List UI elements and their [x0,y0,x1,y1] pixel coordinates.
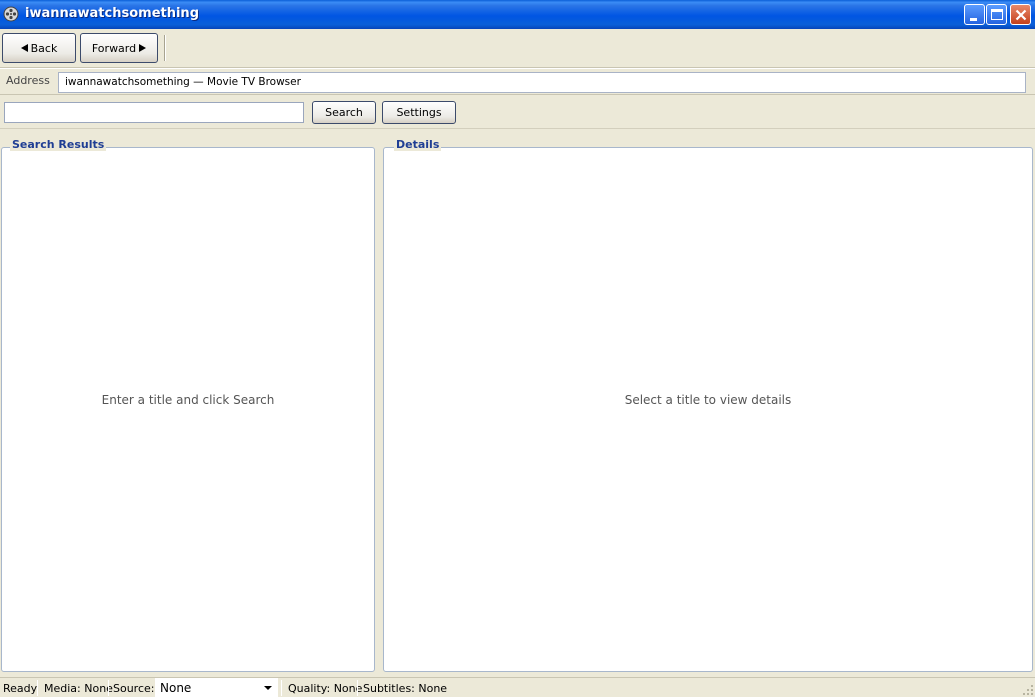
status-subtitles: Subtitles: None [363,682,448,695]
toolbar: Back Forward [0,29,1035,68]
source-select-value: None [160,681,192,695]
details-title: Details [394,138,442,151]
status-media: Media: None [44,682,113,695]
status-quality: Quality: None [288,682,363,695]
search-results-title: Search Results [10,138,107,151]
back-label: Back [30,41,58,55]
chevron-down-icon[interactable] [261,681,275,695]
maximize-button[interactable] [986,4,1007,25]
settings-button[interactable]: Settings [382,101,456,124]
details-placeholder-text: Select a title to view details [624,392,792,407]
address-bar: Address iwannawatchsomething — Movie TV … [0,68,1035,95]
results-placeholder: Enter a title and click Search [2,148,374,671]
results-placeholder-text: Enter a title and click Search [101,392,275,407]
status-separator [108,680,109,696]
details-panel[interactable]: Select a title to view details [383,147,1033,672]
back-arrow-icon [20,44,28,52]
address-field[interactable]: iwannawatchsomething — Movie TV Browser [58,72,1026,93]
status-separator [37,680,38,696]
toolbar-separator [164,35,166,61]
address-label: Address [6,74,50,87]
close-button[interactable] [1010,4,1031,25]
status-separator [357,680,358,696]
film-reel-icon [3,6,19,22]
resize-grip-icon[interactable] [1022,684,1034,696]
details-placeholder: Select a title to view details [384,148,1032,671]
status-bar: Ready Media: None Source: None Quality: … [0,677,1035,697]
status-source-label: Source: [113,682,155,695]
forward-button[interactable]: Forward [80,33,158,63]
window-title: iwannawatchsomething [25,6,199,21]
status-separator [281,680,282,696]
search-results-panel[interactable]: Enter a title and click Search [1,147,375,672]
forward-arrow-icon [139,44,147,52]
maximize-icon [991,9,1003,20]
search-button[interactable]: Search [312,101,376,124]
minimize-button[interactable] [964,4,985,25]
search-input[interactable] [4,102,304,123]
status-state: Ready [3,682,38,695]
close-icon [1015,9,1027,21]
minimize-icon [970,18,977,21]
search-row: Search Settings [0,96,1035,129]
forward-label: Forward [91,41,137,55]
source-select[interactable]: None [155,678,278,697]
back-button[interactable]: Back [2,33,76,63]
title-bar[interactable]: iwannawatchsomething [0,0,1035,29]
